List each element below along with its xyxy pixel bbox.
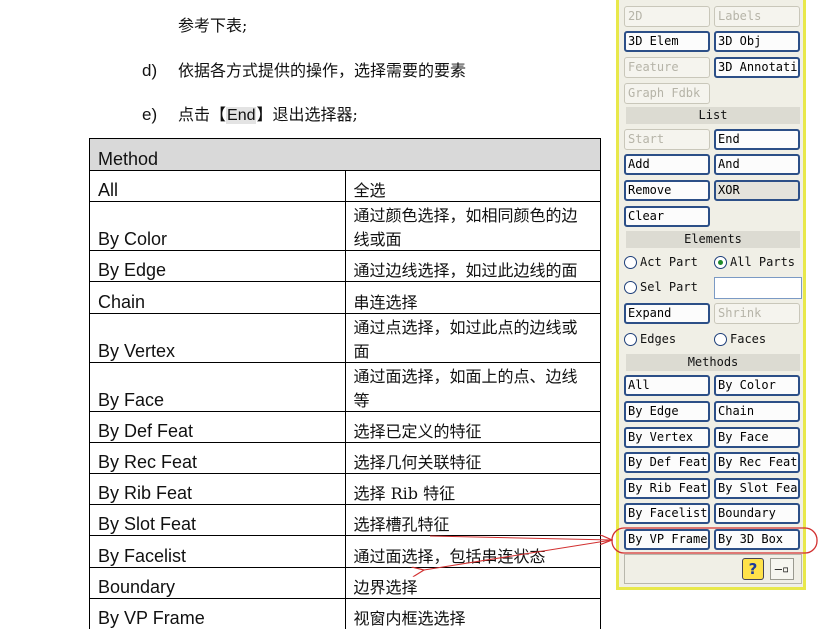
arrow-to-vp-frame xyxy=(424,539,613,570)
highlight-ellipse xyxy=(611,527,818,554)
method-desc: 视窗内框选选择 xyxy=(345,597,601,629)
annotation-overlay xyxy=(0,527,818,593)
method-name: By VP Frame xyxy=(89,597,346,629)
arrow-to-boundary xyxy=(429,536,612,540)
table-row: By VP Frame 视窗内框选选择 xyxy=(89,597,601,629)
